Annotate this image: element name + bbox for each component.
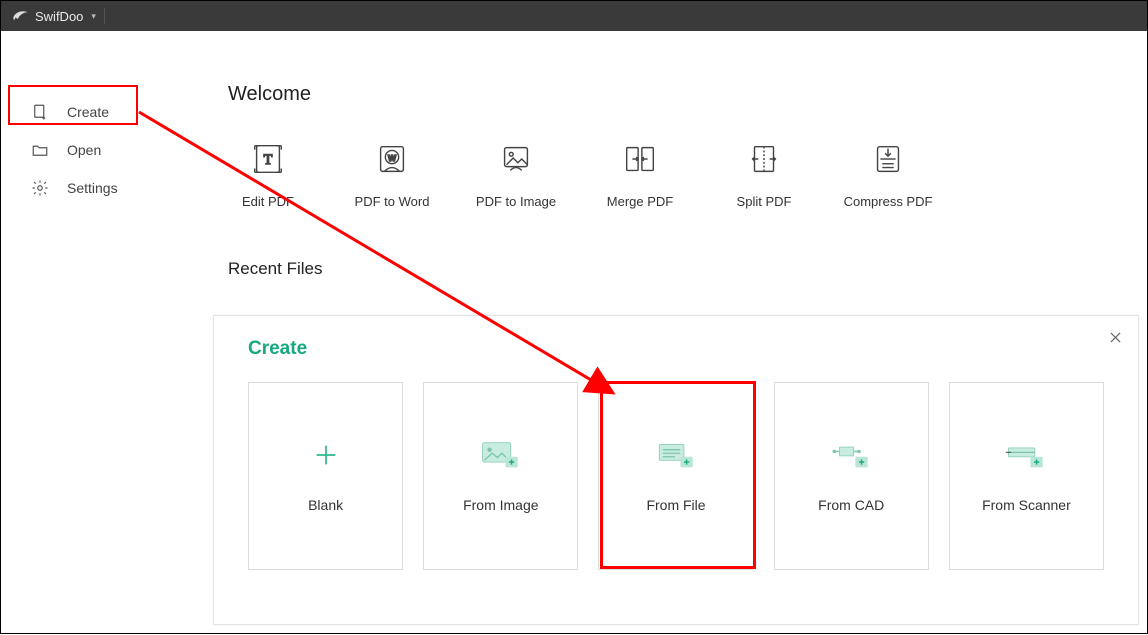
from-file-icon <box>654 439 698 471</box>
tool-pdf-to-image[interactable]: PDF to Image <box>476 140 556 209</box>
create-card-label: From CAD <box>818 497 884 513</box>
app-logo-icon <box>11 7 29 25</box>
create-icon <box>31 103 49 121</box>
tool-label: Edit PDF <box>242 194 294 209</box>
open-icon <box>31 141 49 159</box>
welcome-heading: Welcome <box>228 83 1147 106</box>
create-grid: Blank From Image <box>248 382 1104 570</box>
create-card-label: From Image <box>463 497 538 513</box>
titlebar: SwifDoo ▾ <box>1 1 1147 31</box>
blank-icon <box>304 439 348 471</box>
create-card-label: From File <box>646 497 705 513</box>
tool-merge-pdf[interactable]: Merge PDF <box>600 140 680 209</box>
sidebar-item-settings[interactable]: Settings <box>1 169 196 207</box>
titlebar-separator <box>104 8 105 24</box>
pdf-to-image-icon <box>497 140 535 178</box>
sidebar-item-create[interactable]: Create <box>1 93 196 131</box>
tool-label: PDF to Image <box>476 194 556 209</box>
app-menu-caret-icon[interactable]: ▾ <box>91 11 96 22</box>
create-card-blank[interactable]: Blank <box>248 382 403 570</box>
tool-label: Split PDF <box>737 194 792 209</box>
pdf-to-word-icon: W <box>373 140 411 178</box>
from-cad-icon <box>829 439 873 471</box>
tool-edit-pdf[interactable]: T Edit PDF <box>228 140 308 209</box>
from-image-icon <box>479 439 523 471</box>
tool-label: Compress PDF <box>844 194 933 209</box>
compress-pdf-icon <box>869 140 907 178</box>
svg-text:T: T <box>264 152 273 168</box>
sidebar-item-label: Settings <box>67 180 118 196</box>
create-card-from-file[interactable]: From File <box>598 382 753 570</box>
split-pdf-icon <box>745 140 783 178</box>
tool-label: PDF to Word <box>355 194 430 209</box>
sidebar-item-open[interactable]: Open <box>1 131 196 169</box>
sidebar-item-label: Open <box>67 142 101 158</box>
svg-text:W: W <box>388 153 397 163</box>
create-panel-title: Create <box>248 338 1104 360</box>
create-card-label: From Scanner <box>982 497 1071 513</box>
sidebar: Create Open Settings <box>1 31 196 633</box>
tool-compress-pdf[interactable]: Compress PDF <box>848 140 928 209</box>
create-card-from-cad[interactable]: From CAD <box>774 382 929 570</box>
from-scanner-icon <box>1004 439 1048 471</box>
tool-split-pdf[interactable]: Split PDF <box>724 140 804 209</box>
merge-pdf-icon <box>621 140 659 178</box>
app-name: SwifDoo <box>35 9 83 24</box>
create-card-label: Blank <box>308 497 343 513</box>
tools-row: T Edit PDF W PDF to Word <box>228 140 1147 209</box>
tool-pdf-to-word[interactable]: W PDF to Word <box>352 140 432 209</box>
close-button[interactable] <box>1106 328 1124 346</box>
tool-label: Merge PDF <box>607 194 673 209</box>
sidebar-item-label: Create <box>67 104 109 120</box>
create-card-from-image[interactable]: From Image <box>423 382 578 570</box>
create-panel: Create Blank Fro <box>213 315 1139 625</box>
settings-icon <box>31 179 49 197</box>
edit-pdf-icon: T <box>249 140 287 178</box>
create-card-from-scanner[interactable]: From Scanner <box>949 382 1104 570</box>
recent-files-heading: Recent Files <box>228 259 1147 279</box>
